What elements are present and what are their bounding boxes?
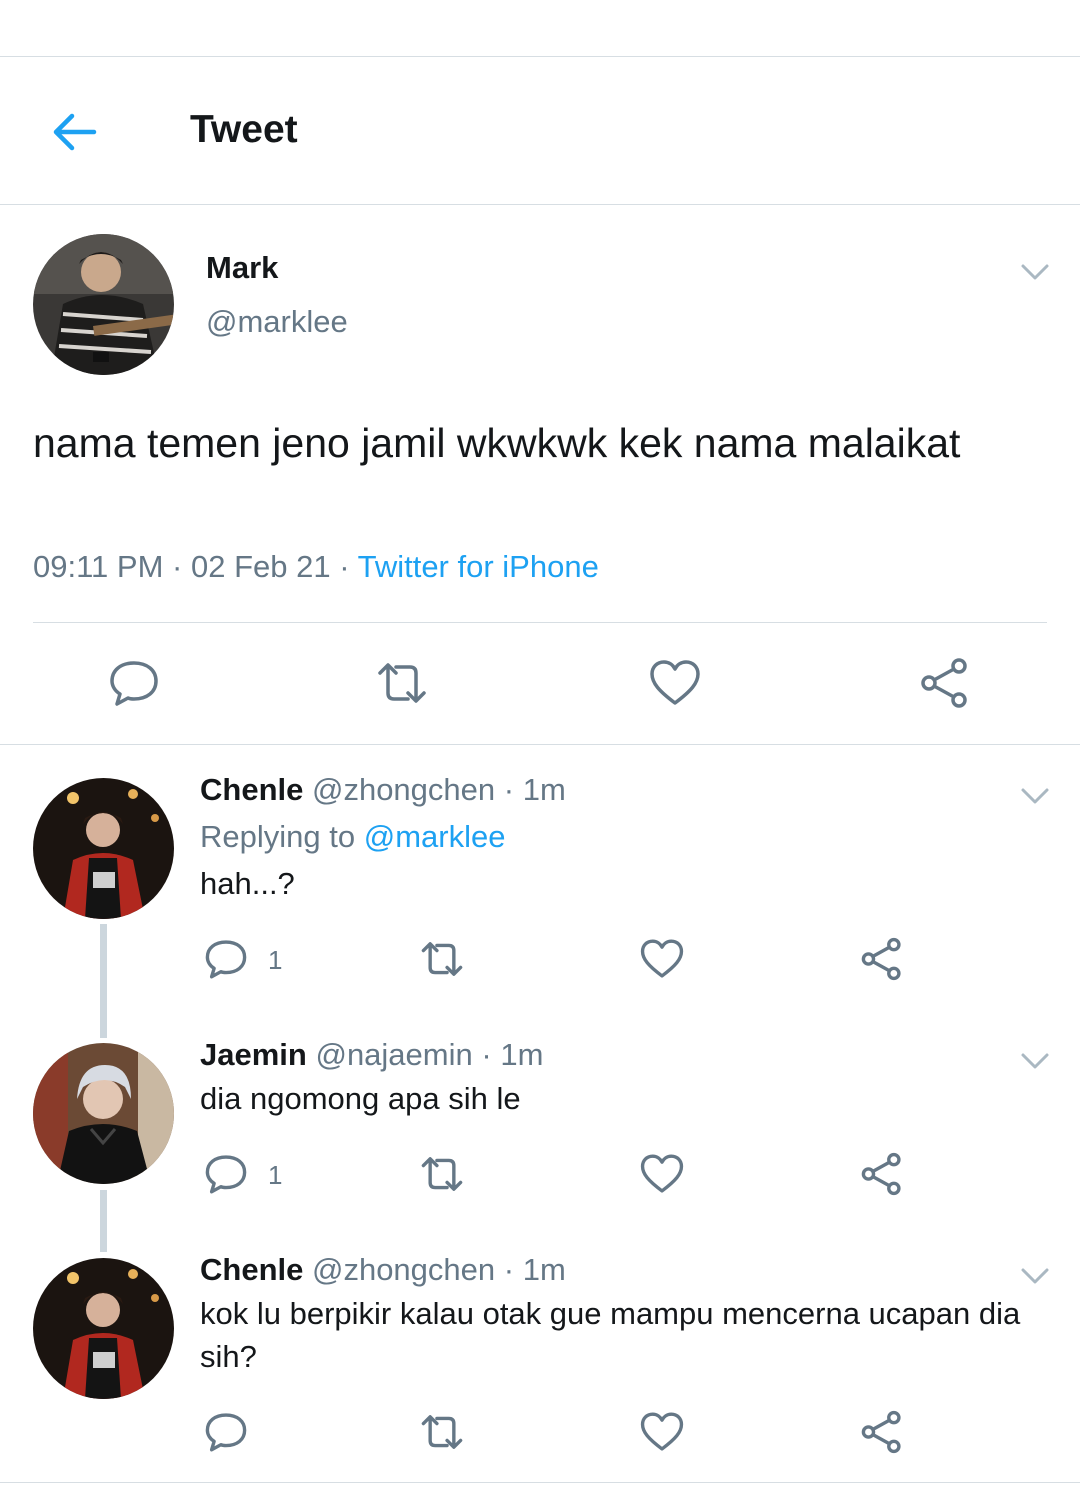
meta-separator: · (503, 1252, 515, 1287)
header-divider (0, 204, 1080, 205)
retweet-icon (421, 1157, 463, 1191)
avatar[interactable] (33, 778, 174, 919)
retweet-button[interactable] (420, 1410, 464, 1459)
author-name[interactable]: Chenle (200, 772, 303, 807)
tweet-time: 09:11 PM (33, 549, 164, 584)
reply-icon (110, 661, 158, 706)
tweet-menu-button[interactable] (1020, 263, 1050, 286)
arrow-left-icon (53, 113, 97, 151)
meta-separator: · (172, 549, 183, 584)
tweet-menu-button[interactable] (1020, 787, 1050, 810)
tweet-date: 02 Feb 21 (190, 549, 331, 584)
retweet-button[interactable] (376, 657, 428, 714)
back-button[interactable] (48, 108, 100, 156)
author-handle[interactable]: @najaemin (315, 1037, 472, 1072)
meta-separator: · (503, 772, 515, 807)
chevron-down-icon (1021, 788, 1049, 804)
tweet-menu-button[interactable] (1020, 1267, 1050, 1290)
retweet-button[interactable] (420, 1152, 464, 1201)
top-divider (0, 56, 1080, 57)
retweet-icon (421, 942, 463, 976)
like-icon (640, 939, 684, 978)
actions-divider (33, 622, 1047, 623)
share-button[interactable] (919, 657, 971, 714)
avatar[interactable] (33, 1258, 174, 1399)
author-handle[interactable]: @marklee (206, 304, 348, 340)
tweet-text: nama temen jeno jamil wkwkwk kek nama ma… (33, 420, 961, 466)
reply-count: 1 (268, 1160, 283, 1190)
reply-icon (205, 940, 247, 979)
retweet-icon (378, 663, 426, 703)
reply-age: 1m (522, 772, 566, 807)
chevron-down-icon (1021, 1268, 1049, 1284)
reply-header: Jaemin @najaemin · 1m (200, 1037, 543, 1073)
reply-age: 1m (500, 1037, 544, 1072)
thread-line (100, 1190, 107, 1252)
share-button[interactable] (860, 937, 904, 986)
share-icon (861, 1152, 901, 1196)
like-button[interactable] (640, 1410, 684, 1459)
tweet-meta: 09:11 PM · 02 Feb 21 · Twitter for iPhon… (33, 549, 599, 585)
reply-button[interactable] (204, 1152, 248, 1201)
share-button[interactable] (860, 1152, 904, 1201)
like-button[interactable] (649, 657, 701, 714)
reply-age: 1m (522, 1252, 566, 1287)
reply-header: Chenle @zhongchen · 1m (200, 772, 566, 808)
bottom-divider (0, 1482, 1080, 1483)
like-icon (650, 660, 700, 705)
page-title: Tweet (190, 108, 298, 151)
share-icon (861, 1410, 901, 1454)
replying-to: Replying to @marklee (200, 819, 505, 855)
reply-icon (205, 1155, 247, 1194)
author-handle[interactable]: @zhongchen (312, 772, 495, 807)
reply-text: hah...? (200, 866, 295, 901)
like-icon (640, 1154, 684, 1193)
retweet-icon (421, 1415, 463, 1449)
like-button[interactable] (640, 1152, 684, 1201)
reply-text: kok lu berpikir kalau otak gue mampu men… (200, 1296, 1021, 1374)
retweet-button[interactable] (420, 937, 464, 986)
reply-icon (205, 1413, 247, 1452)
meta-separator: · (339, 549, 350, 584)
author-name[interactable]: Mark (206, 250, 278, 286)
thread-line (100, 924, 107, 1038)
avatar[interactable] (33, 234, 174, 375)
reply-button[interactable] (108, 657, 160, 714)
chevron-down-icon (1021, 1053, 1049, 1069)
replying-to-label: Replying to (200, 819, 356, 854)
share-icon (861, 937, 901, 981)
reply-button[interactable] (204, 937, 248, 986)
like-icon (640, 1412, 684, 1451)
avatar[interactable] (33, 1043, 174, 1184)
author-name[interactable]: Chenle (200, 1252, 303, 1287)
author-handle[interactable]: @zhongchen (312, 1252, 495, 1287)
meta-separator: · (481, 1037, 492, 1072)
reply-count: 1 (268, 945, 283, 975)
tweet-source-link[interactable]: Twitter for iPhone (358, 549, 599, 584)
share-button[interactable] (860, 1410, 904, 1459)
chevron-down-icon (1021, 264, 1049, 280)
like-button[interactable] (640, 937, 684, 986)
tweet-divider (0, 744, 1080, 745)
reply-header: Chenle @zhongchen · 1m (200, 1252, 566, 1288)
share-icon (921, 658, 967, 708)
tweet-menu-button[interactable] (1020, 1052, 1050, 1075)
reply-text: dia ngomong apa sih le (200, 1081, 521, 1116)
reply-button[interactable] (204, 1410, 248, 1459)
mention-link[interactable]: @marklee (364, 819, 506, 854)
author-name[interactable]: Jaemin (200, 1037, 307, 1072)
